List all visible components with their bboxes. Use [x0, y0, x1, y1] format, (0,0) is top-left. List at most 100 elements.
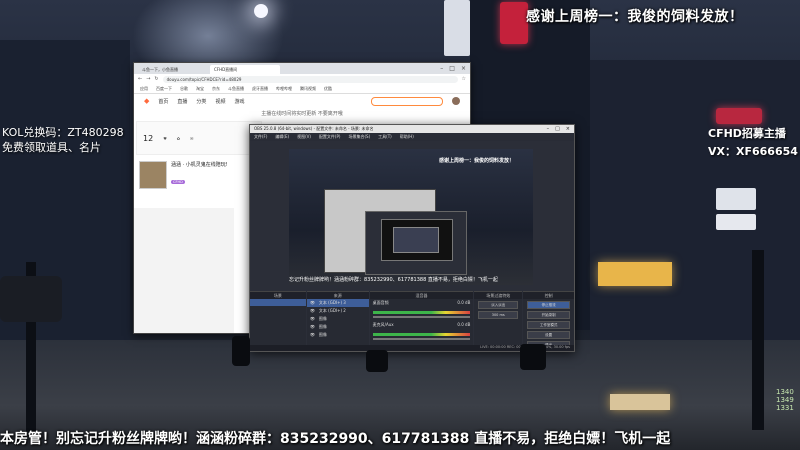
- bookmark[interactable]: 应用: [140, 86, 148, 92]
- streamer-thumbnail[interactable]: [139, 161, 167, 189]
- forward-icon[interactable]: →: [146, 76, 150, 82]
- scenes-dock: 场景: [250, 291, 306, 351]
- preview-banner: 感谢上周榜一：我俊的饲料发放！: [439, 158, 515, 164]
- url-field[interactable]: douyu.com/topic/CFHDCE?rid=48029: [162, 75, 458, 83]
- kol-code-line: KOL兑换码：ZT480298: [2, 126, 124, 139]
- transition-duration[interactable]: 300 ms: [478, 311, 519, 319]
- minimize-icon[interactable]: –: [440, 65, 443, 72]
- mixer-channel: 麦克风/Aux 0.0 dB: [370, 321, 474, 329]
- site-notice: 主播在线时间将实时更新 不要离开哦: [261, 111, 343, 117]
- source-item[interactable]: 👁 图像: [307, 331, 369, 339]
- bookmark[interactable]: 腾讯视频: [300, 86, 316, 92]
- channel-label: 桌面音频: [372, 300, 389, 305]
- transition-select[interactable]: 淡入淡出: [478, 301, 519, 309]
- eye-icon[interactable]: 👁: [310, 308, 315, 314]
- site-nav-item[interactable]: 首页: [158, 98, 168, 105]
- obs-title-text: OBS 25.0.8 (64-bit, windows) - 配置文件: 未命名…: [254, 126, 374, 131]
- menu-item[interactable]: 配置文件(P): [319, 134, 341, 140]
- transitions-dock: 场景过渡特效 淡入淡出 300 ms: [474, 291, 523, 351]
- obs-preview-canvas[interactable]: 感谢上周榜一：我俊的饲料发放！ 忘记升粉丝牌牌哟！涵涵粉碎群：835232990…: [289, 149, 533, 285]
- close-icon[interactable]: ×: [566, 126, 570, 132]
- bookmark[interactable]: 哔哩哔哩: [276, 86, 292, 92]
- browser-tab[interactable]: 斗鱼一下，小鱼直播: [138, 65, 208, 74]
- menu-item[interactable]: 帮助(H): [400, 134, 414, 140]
- back-icon[interactable]: ←: [138, 76, 142, 82]
- bookmark[interactable]: 淘宝: [196, 86, 204, 92]
- avatar[interactable]: [452, 97, 460, 105]
- obs-menu-bar: 文件(F) 编辑(E) 视图(V) 配置文件(P) 场景集合(S) 工具(T) …: [250, 133, 574, 141]
- window-controls: – □ ×: [440, 65, 470, 72]
- stats-panel: 12 ♥ ✿ ✉: [136, 121, 262, 155]
- eye-icon[interactable]: 👁: [310, 316, 315, 322]
- channel-db: 0.0 dB: [457, 300, 471, 305]
- settings-button[interactable]: 设置: [527, 331, 570, 339]
- eye-icon[interactable]: 👁: [310, 332, 315, 338]
- volume-slider[interactable]: [372, 316, 471, 318]
- lit-shopfront-2: [610, 394, 670, 410]
- maximize-icon[interactable]: □: [449, 65, 455, 72]
- bookmark[interactable]: 谷歌: [180, 86, 188, 92]
- menu-item[interactable]: 场景集合(S): [348, 134, 370, 140]
- volume-slider[interactable]: [372, 338, 471, 340]
- bookmark[interactable]: 京东: [212, 86, 220, 92]
- maximize-icon[interactable]: □: [555, 126, 560, 132]
- bookmark[interactable]: 虎牙直播: [252, 86, 268, 92]
- minimize-icon[interactable]: –: [547, 126, 550, 132]
- stop-stream-button[interactable]: 停止推流: [527, 301, 570, 309]
- eye-icon[interactable]: 👁: [310, 324, 315, 330]
- figure-silhouette: [232, 336, 250, 366]
- scene-item[interactable]: [250, 299, 306, 306]
- site-nav-item[interactable]: 视频: [215, 98, 225, 105]
- menu-item[interactable]: 文件(F): [254, 134, 267, 140]
- car-silhouette: [0, 276, 62, 322]
- category-badge: CFHD: [171, 180, 185, 184]
- vertical-sign-white: [444, 0, 470, 56]
- bookmark[interactable]: 优酷: [324, 86, 332, 92]
- open-neon-sign: [716, 108, 762, 124]
- streamer-card[interactable]: 涵涵 · 小机灵鬼在线陪玩! CFHD: [136, 158, 242, 198]
- source-label: 图像: [318, 324, 327, 329]
- site-nav-item[interactable]: 游戏: [234, 98, 244, 105]
- mixer-header: 混音器: [369, 292, 474, 299]
- star-icon[interactable]: ☆: [462, 76, 466, 82]
- thanks-banner: 感谢上周榜一：我俊的饲料发放！: [526, 9, 744, 25]
- menu-item[interactable]: 编辑(E): [275, 134, 289, 140]
- reload-icon[interactable]: ↻: [154, 76, 158, 82]
- menu-item[interactable]: 工具(T): [378, 134, 392, 140]
- eye-icon[interactable]: 👁: [310, 300, 315, 306]
- site-logo[interactable]: ◆: [144, 97, 149, 105]
- street-pole-right: [752, 250, 764, 430]
- source-label: 文本 (GDI+) 2: [318, 308, 346, 313]
- bookmark[interactable]: 斗鱼直播: [228, 86, 244, 92]
- preview-ticker: 忘记升粉丝牌牌哟！涵涵粉碎群：835232990、617781388 直播不易，…: [289, 277, 498, 283]
- browser-tab-active[interactable]: CFHD直播间: [210, 65, 280, 74]
- browser-tab-strip: 斗鱼一下，小鱼直播 CFHD直播间 – □ ×: [134, 63, 470, 74]
- channel-label: 麦克风/Aux: [372, 322, 394, 327]
- controls-dock: 控制 停止推流 开始录制 工作室模式 设置 退出: [523, 291, 574, 351]
- wechat-line: VX：XF666654: [708, 145, 798, 158]
- obs-titlebar: OBS 25.0.8 (64-bit, windows) - 配置文件: 未命名…: [250, 125, 574, 133]
- side-number: 1340: [776, 388, 794, 396]
- site-nav-item[interactable]: 分类: [196, 98, 206, 105]
- kol-gift-line: 免费领取道具、名片: [2, 141, 101, 154]
- building-right: [590, 60, 800, 340]
- message-icon: ✉: [190, 135, 194, 141]
- source-item[interactable]: 👁 文本 (GDI+) 2: [307, 307, 369, 315]
- site-nav-item[interactable]: 直播: [177, 98, 187, 105]
- obs-window: OBS 25.0.8 (64-bit, windows) - 配置文件: 未命名…: [249, 124, 575, 352]
- source-item[interactable]: 👁 文本 (GDI+) 3: [306, 299, 369, 307]
- panel-number: 12: [143, 133, 154, 143]
- start-recording-button[interactable]: 开始录制: [527, 311, 570, 319]
- source-item[interactable]: 👁 图像: [307, 323, 369, 331]
- scrolling-ticker: 本房管！别忘记升粉丝牌牌哟！涵涵粉碎群：835232990、617781388 …: [0, 431, 671, 447]
- close-icon[interactable]: ×: [461, 65, 466, 72]
- site-search-input[interactable]: [371, 96, 443, 106]
- menu-item[interactable]: 视图(V): [297, 134, 311, 140]
- studio-mode-button[interactable]: 工作室模式: [527, 321, 570, 329]
- source-item[interactable]: 👁 图像: [307, 315, 369, 323]
- obs-docks: 场景 来源 👁 文本 (GDI+) 3 👁 文本 (GDI+) 2 👁 图像 👁 图像 …: [250, 291, 574, 351]
- bookmark[interactable]: 百度一下: [156, 86, 172, 92]
- sources-dock: 来源 👁 文本 (GDI+) 3 👁 文本 (GDI+) 2 👁 图像 👁 图像 👁 图像: [306, 291, 369, 351]
- volume-meter: [372, 333, 471, 336]
- figure-silhouette: [366, 350, 388, 372]
